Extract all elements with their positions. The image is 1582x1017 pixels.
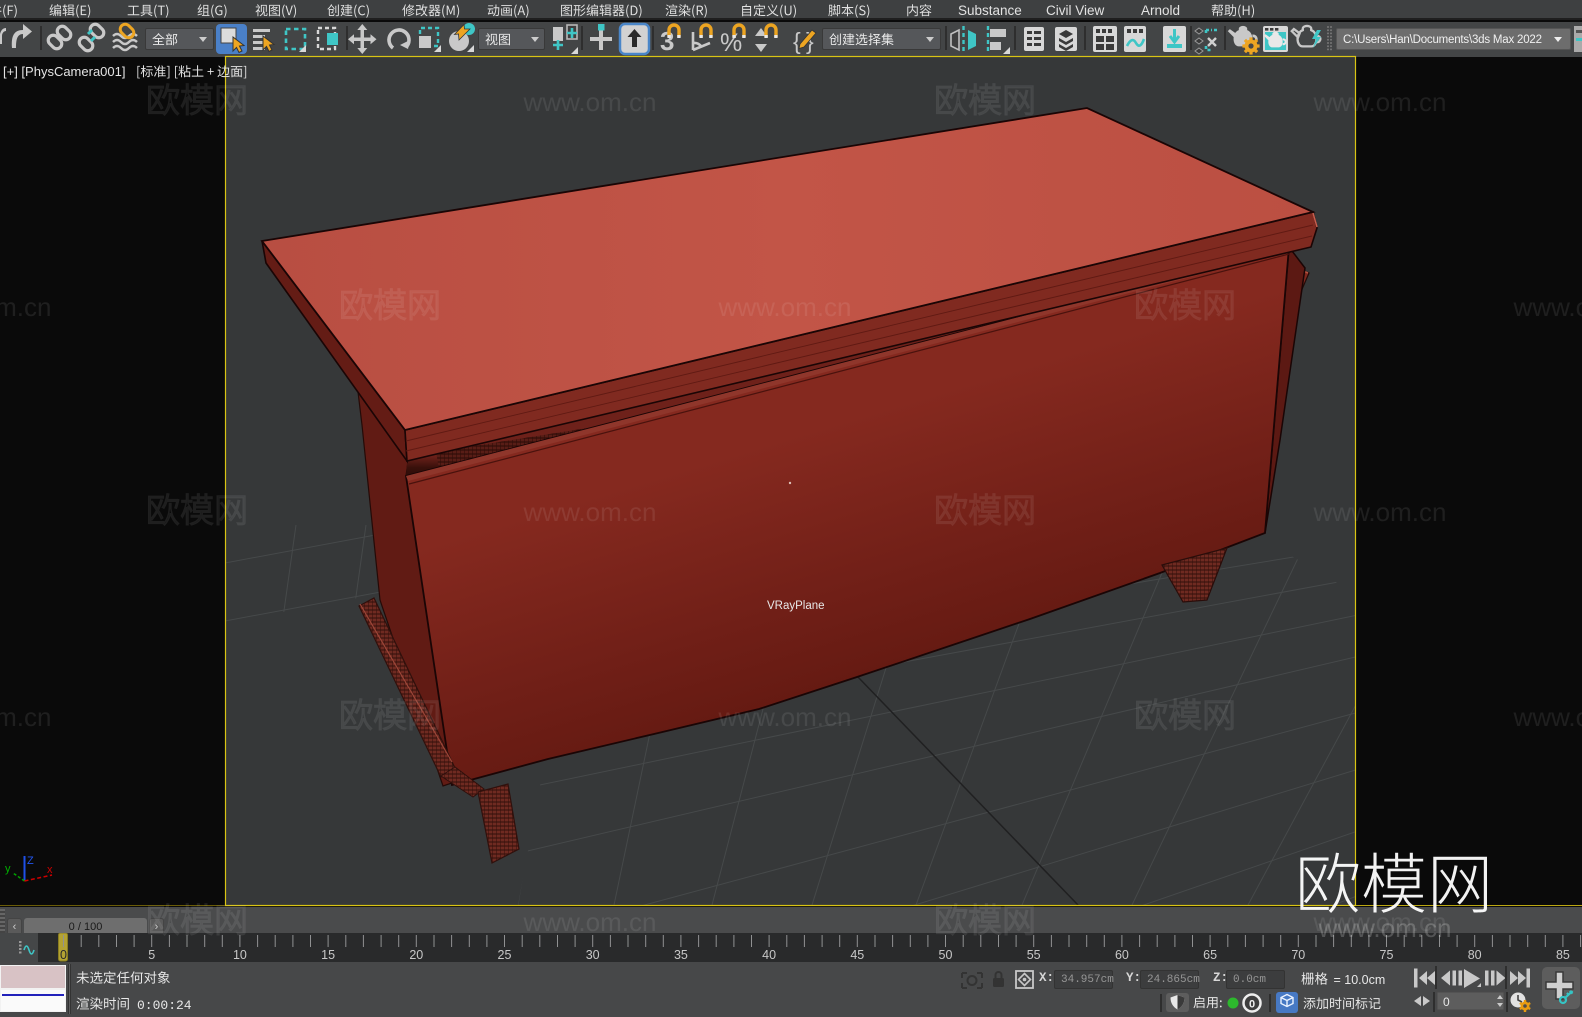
svg-text:0: 0: [1249, 999, 1255, 1011]
svg-text:0: 0: [1443, 995, 1450, 1009]
